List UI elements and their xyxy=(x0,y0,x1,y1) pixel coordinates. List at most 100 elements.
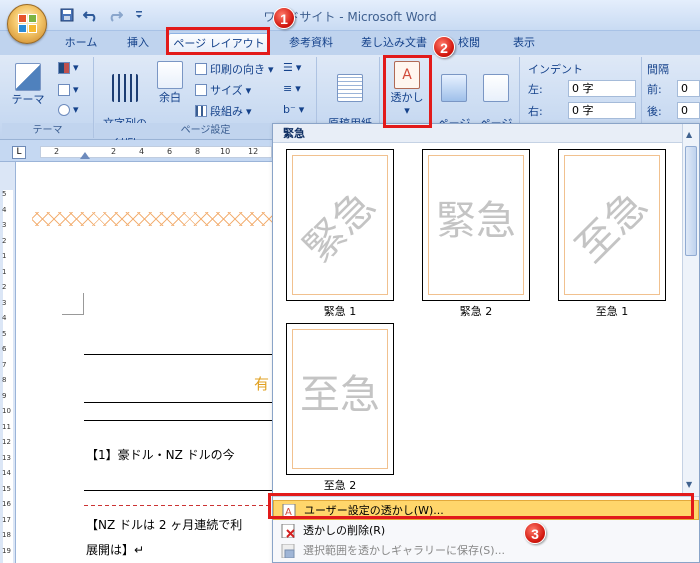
columns-label: 段組み xyxy=(210,105,243,118)
vertical-ruler-number: 11 xyxy=(2,422,11,431)
document-heading: 有 xyxy=(254,375,270,393)
save-selection-menu-item[interactable]: 選択範囲を透かしギャラリーに保存(S)... xyxy=(273,541,699,561)
document-line: 【1】豪ドル・NZ ドルの今 xyxy=(86,448,235,462)
watermark-text: 緊急 xyxy=(436,198,516,244)
tab-insert[interactable]: 挿入 xyxy=(116,33,160,55)
indent-left-field[interactable]: 0 字 xyxy=(568,80,636,97)
spacing-before-field[interactable]: 0 xyxy=(677,80,700,97)
size-button[interactable]: サイズ ▾ xyxy=(195,82,251,98)
columns-button[interactable]: 段組み ▾ xyxy=(195,103,252,119)
hyphenation-button[interactable]: b⁻ ▾ xyxy=(283,103,304,116)
vertical-ruler-number: 3 xyxy=(2,221,7,229)
watermark-label: 緊急 2 xyxy=(459,305,493,318)
watermark-preview: 緊急 xyxy=(422,149,530,301)
document-rule xyxy=(84,490,274,491)
watermark-item-shikyu-2[interactable]: 至急 至急 2 xyxy=(286,323,394,493)
document-line: 【NZ ドルは 2 ヶ月連続で利 xyxy=(86,518,243,532)
document-line: 展開は】↵ xyxy=(86,543,145,557)
page-color-icon xyxy=(441,74,467,102)
theme-effects-button[interactable]: ▾ xyxy=(58,103,79,116)
office-logo-icon xyxy=(18,14,38,34)
tab-references[interactable]: 参考資料 xyxy=(278,33,344,55)
save-selection-label: 選択範囲を透かしギャラリーに保存(S)... xyxy=(303,544,506,557)
orientation-button[interactable]: 印刷の向き ▾ xyxy=(195,61,274,77)
columns-icon xyxy=(195,105,207,117)
theme-fonts-button[interactable]: ▾ xyxy=(58,83,79,96)
remove-watermark-menu-item[interactable]: 透かしの削除(R) xyxy=(273,521,699,541)
tab-view[interactable]: 表示 xyxy=(504,33,544,55)
office-button[interactable] xyxy=(7,4,47,44)
spacing-after-field[interactable]: 0 xyxy=(677,102,700,119)
document-dashed-rule xyxy=(84,505,274,506)
indent-right-field[interactable]: 0 字 xyxy=(568,102,636,119)
spacing-before-label: 前: xyxy=(647,83,662,96)
size-icon xyxy=(195,84,207,96)
themes-button[interactable]: テーマ xyxy=(8,63,48,106)
scroll-thumb[interactable] xyxy=(685,146,697,256)
vertical-ruler-number: 8 xyxy=(2,376,7,384)
vertical-ruler-number: 10 xyxy=(2,407,11,415)
indent-right-label: 右: xyxy=(528,105,543,118)
ruler-number: 2 xyxy=(54,147,60,156)
highlight-watermark-button xyxy=(383,55,432,128)
ruler-text-area xyxy=(40,146,272,158)
hyphenation-icon: b⁻ xyxy=(283,103,296,116)
ruler-number: 6 xyxy=(167,147,173,156)
watermark-label: 緊急 1 xyxy=(323,305,357,318)
scroll-down-icon[interactable]: ▼ xyxy=(686,480,692,489)
document-rule xyxy=(84,354,274,355)
themes-icon xyxy=(15,63,41,91)
line-numbers-button[interactable]: ≡ ▾ xyxy=(283,82,301,95)
page-borders-icon xyxy=(483,74,509,102)
theme-group-label: テーマ xyxy=(2,123,93,138)
theme-fonts-icon xyxy=(58,83,70,96)
watermark-item-kinkyu-2[interactable]: 緊急 緊急 2 xyxy=(422,149,530,319)
watermark-label: 至急 2 xyxy=(323,479,357,492)
watermark-text: 至急 xyxy=(567,182,657,272)
vertical-ruler-number: 1 xyxy=(2,252,7,260)
document-rule xyxy=(84,420,274,421)
step-badge-3: 3 xyxy=(524,522,546,544)
page-corner-mark xyxy=(62,293,84,315)
indent-title: インデント xyxy=(528,63,583,76)
indent-marker[interactable] xyxy=(80,152,90,159)
vertical-ruler-number: 16 xyxy=(2,500,11,508)
vertical-ruler-number: 2 xyxy=(2,236,7,245)
ruler-number: 2 xyxy=(111,147,117,156)
highlight-custom-watermark xyxy=(268,493,694,519)
remove-watermark-icon xyxy=(281,524,295,538)
remove-watermark-label: 透かしの削除(R) xyxy=(303,524,386,537)
watermark-item-shikyu-1[interactable]: 至急 至急 1 xyxy=(558,149,666,319)
vertical-ruler-number: 19 xyxy=(2,546,11,555)
page-border-decoration xyxy=(32,212,272,226)
theme-colors-button[interactable]: ▾ xyxy=(58,61,79,74)
orientation-label: 印刷の向き xyxy=(210,63,265,76)
manuscript-icon xyxy=(337,74,363,102)
vertical-ruler-number: 3 xyxy=(2,298,7,307)
tab-selector[interactable]: L xyxy=(12,146,26,159)
vertical-ruler-number: 18 xyxy=(2,531,11,539)
tab-home[interactable]: ホーム xyxy=(56,33,106,55)
vertical-ruler-number: 14 xyxy=(2,469,11,477)
margins-button[interactable]: 余白 xyxy=(153,61,187,104)
spacing-after-label: 後: xyxy=(647,105,662,118)
gallery-category-header: 緊急 xyxy=(273,124,683,143)
vertical-ruler-number: 6 xyxy=(2,345,7,353)
highlight-page-layout-tab xyxy=(166,27,270,55)
vertical-ruler-number: 5 xyxy=(2,329,7,338)
theme-colors-icon xyxy=(58,61,70,74)
breaks-button[interactable]: ☰ ▾ xyxy=(283,61,301,74)
ruler-number: 4 xyxy=(139,147,145,156)
scroll-up-icon[interactable]: ▲ xyxy=(686,130,692,139)
watermark-text: 至急 xyxy=(300,372,380,418)
step-badge-2: 2 xyxy=(433,36,455,58)
spacing-title: 間隔 xyxy=(647,63,669,76)
orientation-icon xyxy=(195,63,207,75)
tab-mailings[interactable]: 差し込み文書 xyxy=(354,33,434,55)
watermark-item-kinkyu-1[interactable]: 緊急 緊急 1 xyxy=(286,149,394,319)
vertical-ruler-number: 12 xyxy=(2,438,11,446)
watermark-preview: 緊急 xyxy=(286,149,394,301)
text-direction-icon xyxy=(112,74,138,102)
gallery-scrollbar[interactable]: ▲ ▼ xyxy=(682,124,699,496)
document-rule xyxy=(84,402,274,403)
